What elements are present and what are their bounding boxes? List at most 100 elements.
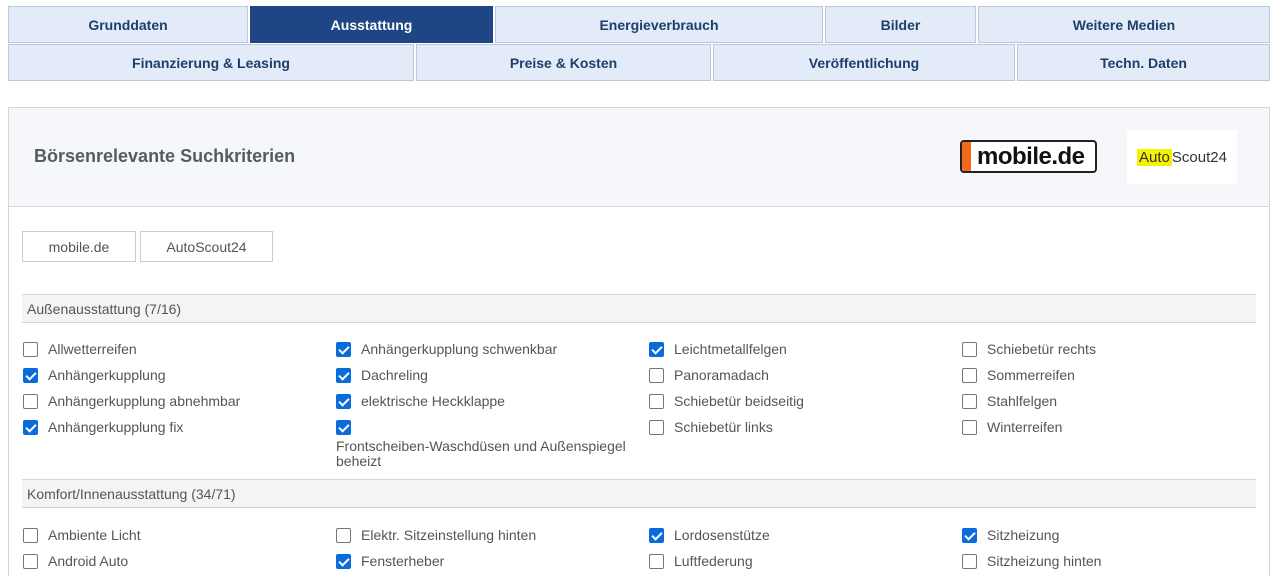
tab-bar-row-1: Grunddaten Ausstattung Energieverbrauch … (8, 6, 1270, 43)
option-leichtmetallfelgen[interactable]: Leichtmetallfelgen (649, 341, 962, 367)
option-ambiente-licht[interactable]: Ambiente Licht (23, 527, 336, 553)
checkbox[interactable] (962, 368, 977, 383)
mobile-de-logo-text: mobile.de (977, 142, 1085, 170)
checkbox-column: Schiebetür rechts Sommerreifen Stahlfelg… (962, 341, 1263, 471)
option-schiebetuer-links[interactable]: Schiebetür links (649, 419, 962, 445)
tab-energieverbrauch[interactable]: Energieverbrauch (495, 6, 823, 43)
option-winterreifen[interactable]: Winterreifen (962, 419, 1263, 445)
page-title: Börsenrelevante Suchkriterien (34, 146, 296, 166)
autoscout24-logo-auto: Auto (1137, 148, 1172, 166)
checkbox[interactable] (649, 342, 664, 357)
checkbox-grid-aussenausstattung: Allwetterreifen Anhängerkupplung Anhänge… (23, 341, 1263, 471)
checkbox-column: Leichtmetallfelgen Panoramadach Schiebet… (649, 341, 962, 471)
option-label: Sitzheizung (987, 527, 1060, 543)
option-label: elektrische Heckklappe (361, 393, 505, 409)
checkbox[interactable] (649, 394, 664, 409)
tab-grunddaten[interactable]: Grunddaten (8, 6, 248, 43)
checkbox-column: Elektr. Sitzeinstellung hinten Fensterhe… (336, 527, 649, 576)
option-label: Sommerreifen (987, 367, 1075, 383)
checkbox-column: Lordosenstütze Luftfederung (649, 527, 962, 576)
checkbox-grid-komfort: Ambiente Licht Android Auto Elektr. Sitz… (23, 527, 1263, 576)
checkbox[interactable] (23, 420, 38, 435)
option-label: Allwetterreifen (48, 341, 137, 357)
option-elektr-sitzeinstellung-hinten[interactable]: Elektr. Sitzeinstellung hinten (336, 527, 649, 553)
checkbox[interactable] (649, 528, 664, 543)
checkbox[interactable] (23, 342, 38, 357)
checkbox-column: Anhängerkupplung schwenkbar Dachreling e… (336, 341, 649, 471)
tab-preise-kosten[interactable]: Preise & Kosten (416, 44, 711, 81)
option-label: Frontscheiben-Waschdüsen und Außenspiege… (336, 438, 626, 469)
checkbox[interactable] (336, 554, 351, 569)
option-label: Sitzheizung hinten (987, 553, 1102, 569)
filter-mobile-de-button[interactable]: mobile.de (22, 231, 136, 262)
checkbox[interactable] (336, 368, 351, 383)
autoscout24-logo: Auto Scout24 (1127, 130, 1237, 184)
checkbox-column: Sitzheizung Sitzheizung hinten (962, 527, 1263, 576)
checkbox[interactable] (336, 394, 351, 409)
option-sitzheizung-hinten[interactable]: Sitzheizung hinten (962, 553, 1263, 576)
option-label: Anhängerkupplung fix (48, 419, 184, 435)
tab-bilder[interactable]: Bilder (825, 6, 976, 43)
option-android-auto[interactable]: Android Auto (23, 553, 336, 576)
option-label: Luftfederung (674, 553, 753, 569)
option-label: Schiebetür rechts (987, 341, 1096, 357)
checkbox[interactable] (962, 394, 977, 409)
checkbox-column: Ambiente Licht Android Auto (23, 527, 336, 576)
tab-veroeffentlichung[interactable]: Veröffentlichung (713, 44, 1015, 81)
option-anhaengerkupplung-abnehmbar[interactable]: Anhängerkupplung abnehmbar (23, 393, 336, 419)
option-luftfederung[interactable]: Luftfederung (649, 553, 962, 576)
checkbox[interactable] (336, 342, 351, 357)
option-label: Lordosenstütze (674, 527, 770, 543)
checkbox[interactable] (962, 554, 977, 569)
checkbox[interactable] (962, 528, 977, 543)
option-fensterheber[interactable]: Fensterheber (336, 553, 649, 576)
option-schiebetuer-rechts[interactable]: Schiebetür rechts (962, 341, 1263, 367)
option-panoramadach[interactable]: Panoramadach (649, 367, 962, 393)
option-anhaengerkupplung-fix[interactable]: Anhängerkupplung fix (23, 419, 336, 445)
option-frontscheiben-waschduesen[interactable]: Frontscheiben-Waschdüsen und Außenspiege… (336, 419, 649, 471)
panel-header: Börsenrelevante Suchkriterien mobile.de … (9, 108, 1269, 207)
option-elektrische-heckklappe[interactable]: elektrische Heckklappe (336, 393, 649, 419)
option-label: Elektr. Sitzeinstellung hinten (361, 527, 537, 543)
option-schiebetuer-beidseitig[interactable]: Schiebetür beidseitig (649, 393, 962, 419)
option-stahlfelgen[interactable]: Stahlfelgen (962, 393, 1263, 419)
tab-bar-row-2: Finanzierung & Leasing Preise & Kosten V… (8, 44, 1270, 81)
checkbox[interactable] (23, 394, 38, 409)
checkbox[interactable] (649, 368, 664, 383)
section-header-komfort-innenausstattung: Komfort/Innenausstattung (34/71) (22, 479, 1256, 508)
checkbox[interactable] (23, 528, 38, 543)
checkbox-column: Allwetterreifen Anhängerkupplung Anhänge… (23, 341, 336, 471)
checkbox[interactable] (336, 420, 351, 435)
option-label: Winterreifen (987, 419, 1063, 435)
option-anhaengerkupplung[interactable]: Anhängerkupplung (23, 367, 336, 393)
search-criteria-panel: Börsenrelevante Suchkriterien mobile.de … (8, 107, 1270, 576)
option-allwetterreifen[interactable]: Allwetterreifen (23, 341, 336, 367)
option-label: Anhängerkupplung (48, 367, 166, 383)
checkbox[interactable] (962, 342, 977, 357)
checkbox[interactable] (649, 420, 664, 435)
option-label: Anhängerkupplung abnehmbar (48, 393, 241, 409)
checkbox[interactable] (23, 554, 38, 569)
filter-autoscout24-button[interactable]: AutoScout24 (140, 231, 273, 262)
tab-techn-daten[interactable]: Techn. Daten (1017, 44, 1270, 81)
option-label: Fensterheber (361, 553, 445, 569)
tab-ausstattung[interactable]: Ausstattung (250, 6, 493, 43)
checkbox[interactable] (962, 420, 977, 435)
option-anhaengerkupplung-schwenkbar[interactable]: Anhängerkupplung schwenkbar (336, 341, 649, 367)
checkbox[interactable] (649, 554, 664, 569)
option-label: Panoramadach (674, 367, 769, 383)
option-label: Stahlfelgen (987, 393, 1058, 409)
section-header-aussenausstattung: Außenausstattung (7/16) (22, 294, 1256, 323)
option-lordosenstuetze[interactable]: Lordosenstütze (649, 527, 962, 553)
mobile-de-logo-bar (962, 142, 971, 171)
checkbox[interactable] (336, 528, 351, 543)
autoscout24-logo-scout: Scout24 (1171, 148, 1227, 166)
option-sommerreifen[interactable]: Sommerreifen (962, 367, 1263, 393)
checkbox[interactable] (23, 368, 38, 383)
option-dachreling[interactable]: Dachreling (336, 367, 649, 393)
option-label: Android Auto (48, 553, 129, 569)
tab-finanzierung-leasing[interactable]: Finanzierung & Leasing (8, 44, 414, 81)
tab-weitere-medien[interactable]: Weitere Medien (978, 6, 1270, 43)
option-label: Anhängerkupplung schwenkbar (361, 341, 558, 357)
option-sitzheizung[interactable]: Sitzheizung (962, 527, 1263, 553)
